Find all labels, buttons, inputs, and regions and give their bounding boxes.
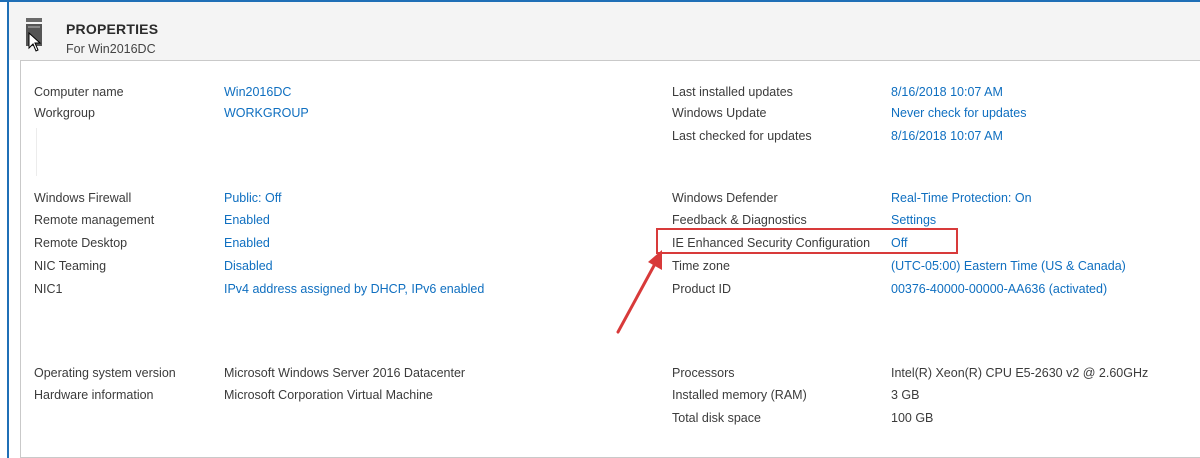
total-disk-space-label: Total disk space [672, 411, 761, 425]
os-version-label: Operating system version [34, 366, 176, 380]
installed-memory-label: Installed memory (RAM) [672, 388, 807, 402]
nic1-label: NIC1 [34, 282, 63, 296]
last-checked-updates-label: Last checked for updates [672, 129, 812, 143]
time-zone-link[interactable]: (UTC-05:00) Eastern Time (US & Canada) [891, 258, 1126, 274]
time-zone-label: Time zone [672, 259, 730, 273]
highlight-box [656, 228, 958, 254]
processors-value: Intel(R) Xeon(R) CPU E5-2630 v2 @ 2.60GH… [891, 366, 1149, 380]
windows-defender-label: Windows Defender [672, 191, 778, 205]
remote-desktop-label: Remote Desktop [34, 236, 128, 250]
properties-header: PROPERTIES For Win2016DC [9, 2, 1200, 60]
windows-firewall-label: Windows Firewall [34, 191, 132, 205]
divider [36, 128, 37, 176]
remote-desktop-link[interactable]: Enabled [224, 235, 270, 251]
remote-management-label: Remote management [34, 213, 155, 227]
total-disk-space-value: 100 GB [891, 411, 934, 425]
computer-name-link[interactable]: Win2016DC [224, 84, 291, 100]
os-version-value: Microsoft Windows Server 2016 Datacenter [224, 366, 466, 380]
workgroup-label: Workgroup [34, 106, 95, 120]
mouse-pointer-icon [28, 32, 42, 52]
product-id-label: Product ID [672, 282, 732, 296]
annotation-arrow-icon [616, 250, 662, 334]
windows-update-link[interactable]: Never check for updates [891, 105, 1027, 121]
last-installed-updates-label: Last installed updates [672, 85, 793, 99]
remote-management-link[interactable]: Enabled [224, 212, 270, 228]
page-title: PROPERTIES [66, 21, 159, 37]
last-installed-updates-link[interactable]: 8/16/2018 10:07 AM [891, 84, 1003, 100]
windows-update-label: Windows Update [672, 106, 767, 120]
hardware-info-value: Microsoft Corporation Virtual Machine [224, 388, 433, 402]
last-checked-updates-link[interactable]: 8/16/2018 10:07 AM [891, 128, 1003, 144]
computer-name-label: Computer name [34, 85, 124, 99]
feedback-diagnostics-link[interactable]: Settings [891, 212, 936, 228]
page-subtitle: For Win2016DC [66, 42, 156, 56]
product-id-link[interactable]: 00376-40000-00000-AA636 (activated) [891, 281, 1107, 297]
nic-teaming-link[interactable]: Disabled [224, 258, 273, 274]
processors-label: Processors [672, 366, 735, 380]
workgroup-link[interactable]: WORKGROUP [224, 105, 309, 121]
nic-teaming-label: NIC Teaming [34, 259, 107, 273]
nic1-link[interactable]: IPv4 address assigned by DHCP, IPv6 enab… [224, 281, 484, 297]
windows-firewall-link[interactable]: Public: Off [224, 190, 281, 206]
hardware-info-label: Hardware information [34, 388, 154, 402]
windows-defender-link[interactable]: Real-Time Protection: On [891, 190, 1032, 206]
feedback-diagnostics-label: Feedback & Diagnostics [672, 213, 807, 227]
installed-memory-value: 3 GB [891, 388, 920, 402]
window-left-border [7, 2, 9, 458]
